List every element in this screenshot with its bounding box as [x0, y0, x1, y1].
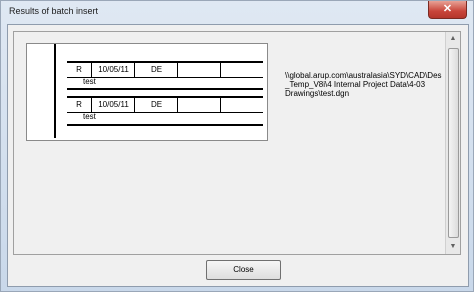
by-cell: DE: [134, 63, 178, 77]
dialog-body: R 10/05/11 DE test R 10/05/11 DE test \\…: [7, 24, 469, 287]
check-cell: [177, 98, 221, 112]
row-separator: [67, 124, 263, 126]
close-button[interactable]: Close: [206, 260, 281, 280]
window-title: Results of batch insert: [9, 6, 99, 16]
scroll-down-icon[interactable]: ▼: [446, 240, 460, 254]
file-path-text: \\global.arup.com\australasia\SYD\CAD\De…: [285, 71, 442, 98]
approve-cell: [220, 98, 264, 112]
rev-cell: R: [76, 100, 82, 109]
dialog-window: Results of batch insert ✕ R 10/05/11 DE …: [0, 0, 474, 292]
by-cell: DE: [134, 98, 178, 112]
date-cell: 10/05/11: [91, 98, 135, 112]
results-panel: R 10/05/11 DE test R 10/05/11 DE test \\…: [13, 31, 461, 255]
rev-cell: R: [76, 65, 82, 74]
revision-block-preview: R 10/05/11 DE test R 10/05/11 DE test: [26, 43, 268, 141]
revision-description: test: [83, 77, 96, 86]
border-line: [54, 44, 56, 138]
revision-row: R 10/05/11 DE: [67, 96, 263, 113]
scroll-thumb[interactable]: [448, 48, 459, 238]
title-bar[interactable]: Results of batch insert ✕: [1, 1, 473, 23]
revision-row: R 10/05/11 DE: [67, 61, 263, 78]
row-separator: [67, 88, 263, 90]
check-cell: [177, 63, 221, 77]
date-cell: 10/05/11: [91, 63, 135, 77]
approve-cell: [220, 63, 264, 77]
close-window-button[interactable]: ✕: [428, 1, 467, 19]
vertical-scrollbar[interactable]: ▲ ▼: [445, 32, 460, 254]
revision-description: test: [83, 112, 96, 121]
scroll-up-icon[interactable]: ▲: [446, 32, 460, 46]
